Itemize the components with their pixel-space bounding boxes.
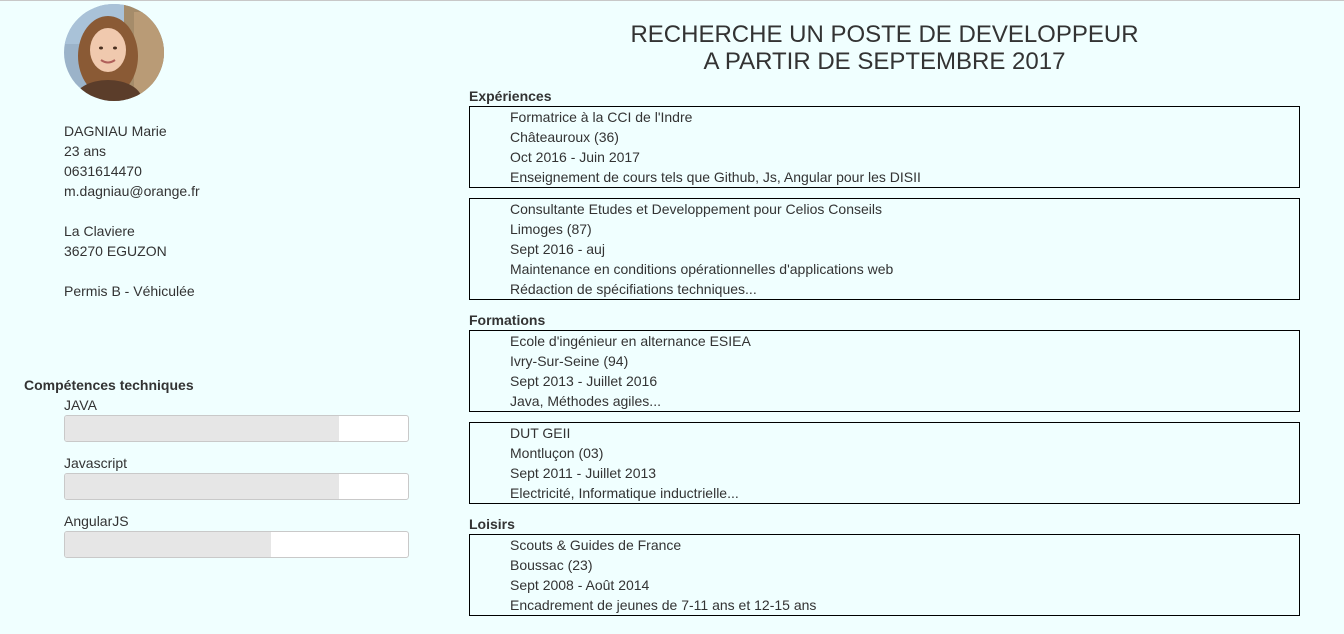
formation-entry: DUT GEII Montluçon (03) Sept 2011 - Juil…: [469, 422, 1300, 504]
entry-place: Boussac (23): [510, 557, 593, 573]
entry-detail: Java, Méthodes agiles...: [510, 393, 661, 409]
section-title-experiences: Expériences: [469, 88, 552, 104]
entry-place: Ivry-Sur-Seine (94): [510, 353, 629, 369]
entry-dates: Sept 2011 - Juillet 2013: [510, 465, 657, 481]
skill-bar-javascript: [64, 473, 409, 500]
skill-bar-fill: [65, 532, 271, 557]
entry-place: Limoges (87): [510, 221, 592, 237]
page-headline: RECHERCHE UN POSTE DE DEVELOPPEUR A PART…: [469, 21, 1300, 75]
entry-role: Ecole d'ingénieur en alternance ESIEA: [510, 333, 751, 349]
entry-role: Consultante Etudes et Developpement pour…: [510, 201, 882, 217]
avatar: [64, 4, 164, 101]
skill-bar-java: [64, 415, 409, 442]
entry-detail: Enseignement de cours tels que Github, J…: [510, 169, 921, 185]
entry-dates: Sept 2008 - Août 2014: [510, 577, 650, 593]
skill-label-java: JAVA: [64, 397, 97, 413]
entry-detail: Rédaction de spécifiations techniques...: [510, 281, 757, 297]
contact-info: DAGNIAU Marie 23 ans 0631614470 m.dagnia…: [64, 121, 200, 301]
address-line-1: La Claviere: [64, 223, 135, 239]
formation-entry: Ecole d'ingénieur en alternance ESIEA Iv…: [469, 330, 1300, 412]
cv-page: DAGNIAU Marie 23 ans 0631614470 m.dagnia…: [0, 0, 1344, 634]
skill-label-javascript: Javascript: [64, 455, 128, 471]
headline-line-2: A PARTIR DE SEPTEMBRE 2017: [703, 48, 1066, 75]
section-title-loisirs: Loisirs: [469, 516, 515, 532]
skill-bar-angularjs: [64, 531, 409, 558]
entry-place: Montluçon (03): [510, 445, 604, 461]
address-line-2: 36270 EGUZON: [64, 243, 167, 259]
skill-bar-fill: [65, 416, 340, 441]
entry-detail: Maintenance en conditions opérationnelle…: [510, 261, 894, 277]
profile-age: 23 ans: [64, 143, 107, 159]
loisir-entry: Scouts & Guides de France Boussac (23) S…: [469, 534, 1300, 616]
headline-line-1: RECHERCHE UN POSTE DE DEVELOPPEUR: [630, 21, 1139, 48]
entry-role: Scouts & Guides de France: [510, 537, 682, 553]
entry-role: DUT GEII: [510, 425, 571, 441]
driving-license: Permis B - Véhiculée: [64, 283, 195, 299]
profile-name: DAGNIAU Marie: [64, 123, 167, 139]
skill-label-angularjs: AngularJS: [64, 513, 129, 529]
entry-dates: Oct 2016 - Juin 2017: [510, 149, 640, 165]
profile-phone: 0631614470: [64, 163, 142, 179]
experience-entry: Consultante Etudes et Developpement pour…: [469, 198, 1300, 300]
section-title-formations: Formations: [469, 312, 546, 328]
entry-place: Châteauroux (36): [510, 129, 619, 145]
entry-dates: Sept 2013 - Juillet 2016: [510, 373, 658, 389]
entry-detail: Electricité, Informatique inductrielle..…: [510, 485, 739, 501]
entry-role: Formatrice à la CCI de l'Indre: [510, 109, 693, 125]
entry-dates: Sept 2016 - auj: [510, 241, 605, 257]
profile-email: m.dagniau@orange.fr: [64, 183, 200, 199]
profile-photo: [64, 4, 164, 101]
skill-bar-fill: [65, 474, 340, 499]
experience-entry: Formatrice à la CCI de l'Indre Châteauro…: [469, 106, 1300, 188]
entry-detail: Encadrement de jeunes de 7-11 ans et 12-…: [510, 597, 817, 613]
skills-title: Compétences techniques: [24, 377, 194, 393]
